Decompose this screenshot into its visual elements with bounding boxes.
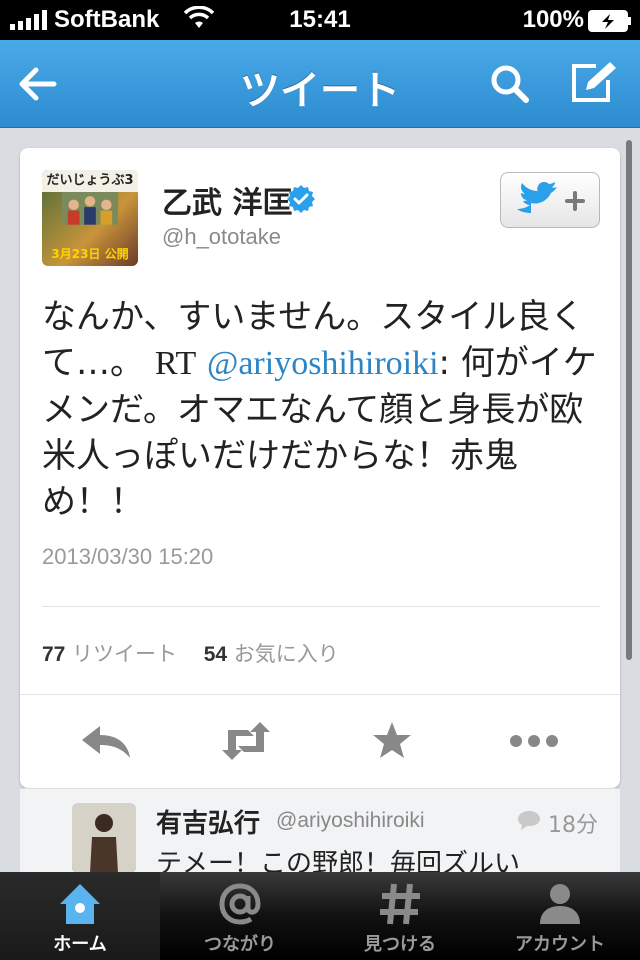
mention-link[interactable]: @ariyoshihiroiki xyxy=(207,345,439,382)
follow-button[interactable] xyxy=(500,172,600,228)
display-name[interactable]: 乙武 洋匡 xyxy=(162,178,292,222)
tab-connect-label: つながり xyxy=(204,934,276,955)
reply-time: 18分 xyxy=(548,813,598,838)
reply-icon[interactable] xyxy=(78,718,134,764)
retweet-count[interactable]: 77 xyxy=(42,643,65,666)
tab-account[interactable]: アカウント xyxy=(480,872,640,960)
hashtag-icon xyxy=(380,883,420,925)
tab-home[interactable]: ホーム xyxy=(0,872,160,960)
avatar-caption-top: だいじょうぶ3組 xyxy=(42,170,138,210)
tweet-stats: 77 リツイート 54 お気に入り xyxy=(42,638,339,668)
retweet-count-label[interactable]: リツイート xyxy=(72,642,177,666)
person-icon xyxy=(540,884,580,924)
tweet-text: なんか、すいません。スタイル良くて…。 RT @ariyoshihiroiki:… xyxy=(42,294,602,525)
divider xyxy=(20,694,620,695)
divider xyxy=(42,606,600,607)
navigation-bar: ツイート xyxy=(0,40,640,128)
page-title: ツイート xyxy=(240,68,400,114)
favorite-count[interactable]: 54 xyxy=(204,643,227,666)
avatar-picture xyxy=(62,192,118,225)
reply-text: テメー！この野郎！毎回ズルい xyxy=(156,849,521,872)
username[interactable]: @h_ototake xyxy=(162,224,281,250)
tab-bar: ホーム つながり 見つける アカウント xyxy=(0,872,640,960)
tab-discover[interactable]: 見つける xyxy=(320,872,480,960)
twitter-bird-plus-icon xyxy=(517,181,585,213)
reply-display-name: 有吉弘行 xyxy=(156,809,261,839)
reply-username: @ariyoshihiroiki xyxy=(276,809,425,832)
retweet-marker: RT xyxy=(154,345,197,382)
status-bar: SoftBank 15:41 100% xyxy=(0,0,640,40)
avatar-caption-bottom: 3月23日 公開 xyxy=(51,247,129,261)
more-options-icon[interactable] xyxy=(506,718,562,764)
retweet-icon[interactable] xyxy=(218,718,274,764)
reply-avatar[interactable] xyxy=(72,803,136,872)
search-icon[interactable] xyxy=(486,60,534,108)
tab-discover-label: 見つける xyxy=(364,934,436,955)
favorite-star-icon[interactable] xyxy=(364,718,420,764)
compose-icon[interactable] xyxy=(566,58,620,108)
at-icon xyxy=(219,883,261,925)
favorite-count-label[interactable]: お気に入り xyxy=(234,642,339,666)
conversation-bubble-icon xyxy=(518,811,540,830)
home-icon xyxy=(60,884,100,924)
tab-account-label: アカウント xyxy=(515,934,605,955)
tab-connect[interactable]: つながり xyxy=(160,872,320,960)
avatar[interactable]: だいじょうぶ3組 3月23日 公開 xyxy=(42,170,138,266)
tweet-card: だいじょうぶ3組 3月23日 公開 乙武 洋匡 @h_ototake なんか、す… xyxy=(20,148,620,788)
battery-percent: 100% xyxy=(522,6,584,33)
tweet-timestamp: 2013/03/30 15:20 xyxy=(42,544,214,569)
reply-avatar-picture xyxy=(72,803,136,872)
tweet-actions xyxy=(20,718,620,768)
reply-list-item[interactable]: 有吉弘行 @ariyoshihiroiki 18分 テメー！この野郎！毎回ズルい xyxy=(20,788,620,872)
battery-icon xyxy=(588,10,631,32)
scrollbar[interactable] xyxy=(626,140,632,660)
tab-home-label: ホーム xyxy=(53,934,107,955)
verified-badge-icon xyxy=(287,185,315,213)
